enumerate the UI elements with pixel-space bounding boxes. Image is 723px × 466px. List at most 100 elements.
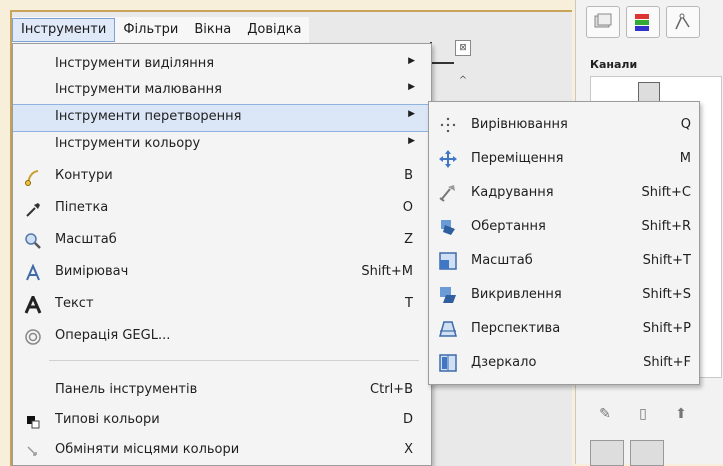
- flip-icon: [437, 352, 459, 374]
- default-colors-icon: [23, 411, 43, 431]
- submenu-item-shear[interactable]: Викривлення Shift+S: [429, 278, 699, 312]
- menu-item-label: Контури: [55, 168, 113, 183]
- submenu-item-shortcut: Shift+C: [641, 185, 691, 200]
- submenu-arrow-icon: ▶: [408, 56, 415, 66]
- submenu-arrow-icon: ▶: [408, 136, 415, 146]
- menu-item-label: Інструменти виділяння: [55, 56, 215, 71]
- submenu-item-align[interactable]: Вирівнювання Q: [429, 108, 699, 142]
- menu-item-label: Інструменти малювання: [55, 82, 222, 97]
- menu-tools[interactable]: Інструменти: [12, 18, 116, 42]
- new-channel-icon[interactable]: ▯: [634, 405, 652, 423]
- layers-icon: [594, 13, 612, 28]
- submenu-item-shortcut: Shift+R: [641, 219, 691, 234]
- submenu-item-perspective[interactable]: Перспектива Shift+P: [429, 312, 699, 346]
- menu-item-transform-tools[interactable]: Інструменти перетворення ▶: [13, 104, 431, 132]
- submenu-item-rotate[interactable]: Обертання Shift+R: [429, 210, 699, 244]
- paths-tab-icon: [675, 13, 690, 30]
- submenu-item-scale[interactable]: Масштаб Shift+T: [429, 244, 699, 278]
- transform-tools-submenu: Вирівнювання Q Переміщення M Кадрування …: [428, 101, 700, 385]
- shear-icon: [437, 284, 459, 306]
- channel-thumbnail[interactable]: [638, 82, 660, 102]
- gegl-icon: [23, 327, 43, 347]
- menu-item-label: Масштаб: [55, 232, 117, 247]
- swap-colors-icon: [23, 441, 43, 461]
- menu-item-shortcut: B: [404, 168, 413, 183]
- menu-item-shortcut: Ctrl+B: [370, 382, 413, 397]
- menu-item-label: Інструменти кольору: [55, 136, 201, 151]
- align-icon: [437, 114, 459, 136]
- menu-item-zoom[interactable]: Масштаб Z: [13, 228, 431, 254]
- menu-item-measure[interactable]: Вимірювач Shift+M: [13, 260, 431, 286]
- dock-bottom-tabs: [590, 440, 664, 466]
- menu-item-text[interactable]: Текст T: [13, 292, 431, 318]
- scroll-up-icon[interactable]: ^: [456, 75, 470, 89]
- brush-preview[interactable]: [590, 440, 624, 466]
- menu-windows[interactable]: Вікна: [186, 19, 239, 41]
- dock-buttons: ✎ ▯ ⬆: [596, 405, 690, 423]
- submenu-arrow-icon: ▶: [408, 109, 415, 119]
- submenu-item-label: Кадрування: [471, 185, 554, 200]
- text-icon: [23, 295, 43, 315]
- submenu-item-shortcut: M: [679, 151, 691, 166]
- menu-item-shortcut: D: [402, 412, 413, 427]
- perspective-icon: [437, 318, 459, 340]
- menu-item-color-picker[interactable]: Піпетка O: [13, 196, 431, 222]
- submenu-item-shortcut: Shift+P: [642, 321, 691, 336]
- raise-icon[interactable]: ⬆: [672, 405, 690, 423]
- menu-item-default-colors[interactable]: Типові кольори D: [13, 408, 431, 434]
- submenu-item-label: Викривлення: [471, 287, 562, 302]
- submenu-item-label: Масштаб: [471, 253, 533, 268]
- submenu-item-label: Перспектива: [471, 321, 561, 336]
- menu-item-shortcut: X: [404, 442, 413, 457]
- menu-item-selection-tools[interactable]: Інструменти виділяння ▶: [13, 52, 431, 78]
- submenu-arrow-icon: ▶: [408, 82, 415, 92]
- submenu-item-label: Обертання: [471, 219, 546, 234]
- channels-icon: [635, 14, 649, 31]
- tools-menu: Інструменти виділяння ▶ Інструменти малю…: [12, 43, 432, 466]
- menu-item-shortcut: T: [405, 296, 413, 311]
- submenu-item-shortcut: Q: [680, 117, 691, 132]
- paths-icon: [23, 167, 43, 187]
- menu-item-label: Панель інструментів: [55, 382, 198, 397]
- menu-item-label: Інструменти перетворення: [55, 109, 242, 124]
- edit-icon[interactable]: ✎: [596, 405, 614, 423]
- tab-layers[interactable]: [586, 6, 620, 38]
- menu-item-swap-colors[interactable]: Обміняти місцями кольори X: [13, 438, 431, 464]
- tab-paths[interactable]: [666, 6, 700, 38]
- menu-separator: [49, 360, 419, 361]
- menu-item-shortcut: Shift+M: [361, 264, 413, 279]
- menu-item-label: Піпетка: [55, 200, 109, 215]
- move-icon: [437, 148, 459, 170]
- pattern-preview[interactable]: [630, 440, 664, 466]
- menu-item-toolbox[interactable]: Панель інструментів Ctrl+B: [13, 378, 431, 404]
- menu-item-gegl[interactable]: Операція GEGL...: [13, 324, 431, 350]
- canvas-ruler-corner: [430, 42, 454, 64]
- menu-item-color-tools[interactable]: Інструменти кольору ▶: [13, 132, 431, 158]
- submenu-item-flip[interactable]: Дзеркало Shift+F: [429, 346, 699, 380]
- scale-icon: [437, 250, 459, 272]
- menu-help[interactable]: Довідка: [239, 19, 309, 41]
- menu-item-label: Типові кольори: [55, 412, 160, 427]
- menu-item-label: Операція GEGL...: [55, 328, 171, 343]
- menu-item-paths[interactable]: Контури B: [13, 164, 431, 190]
- measure-icon: [23, 263, 43, 283]
- tab-channels[interactable]: [626, 6, 660, 38]
- submenu-item-label: Вирівнювання: [471, 117, 568, 132]
- menu-item-label: Обміняти місцями кольори: [55, 442, 240, 457]
- submenu-item-move[interactable]: Переміщення M: [429, 142, 699, 176]
- submenu-item-crop[interactable]: Кадрування Shift+C: [429, 176, 699, 210]
- crop-icon: [437, 182, 459, 204]
- menu-item-shortcut: O: [402, 200, 413, 215]
- submenu-item-shortcut: Shift+F: [643, 355, 691, 370]
- menu-item-paint-tools[interactable]: Інструменти малювання ▶: [13, 78, 431, 104]
- menu-item-label: Вимірювач: [55, 264, 129, 279]
- submenu-item-label: Дзеркало: [471, 355, 537, 370]
- color-picker-icon: [23, 199, 43, 219]
- dock-tabs: [586, 6, 700, 42]
- submenu-item-shortcut: Shift+S: [642, 287, 691, 302]
- navigate-icon[interactable]: ⊠: [455, 40, 471, 56]
- rotate-icon: [437, 216, 459, 238]
- dock-title: Канали: [590, 58, 638, 71]
- menu-filters[interactable]: Фільтри: [115, 19, 186, 41]
- menubar: Інструменти Фільтри Вікна Довідка: [12, 17, 310, 43]
